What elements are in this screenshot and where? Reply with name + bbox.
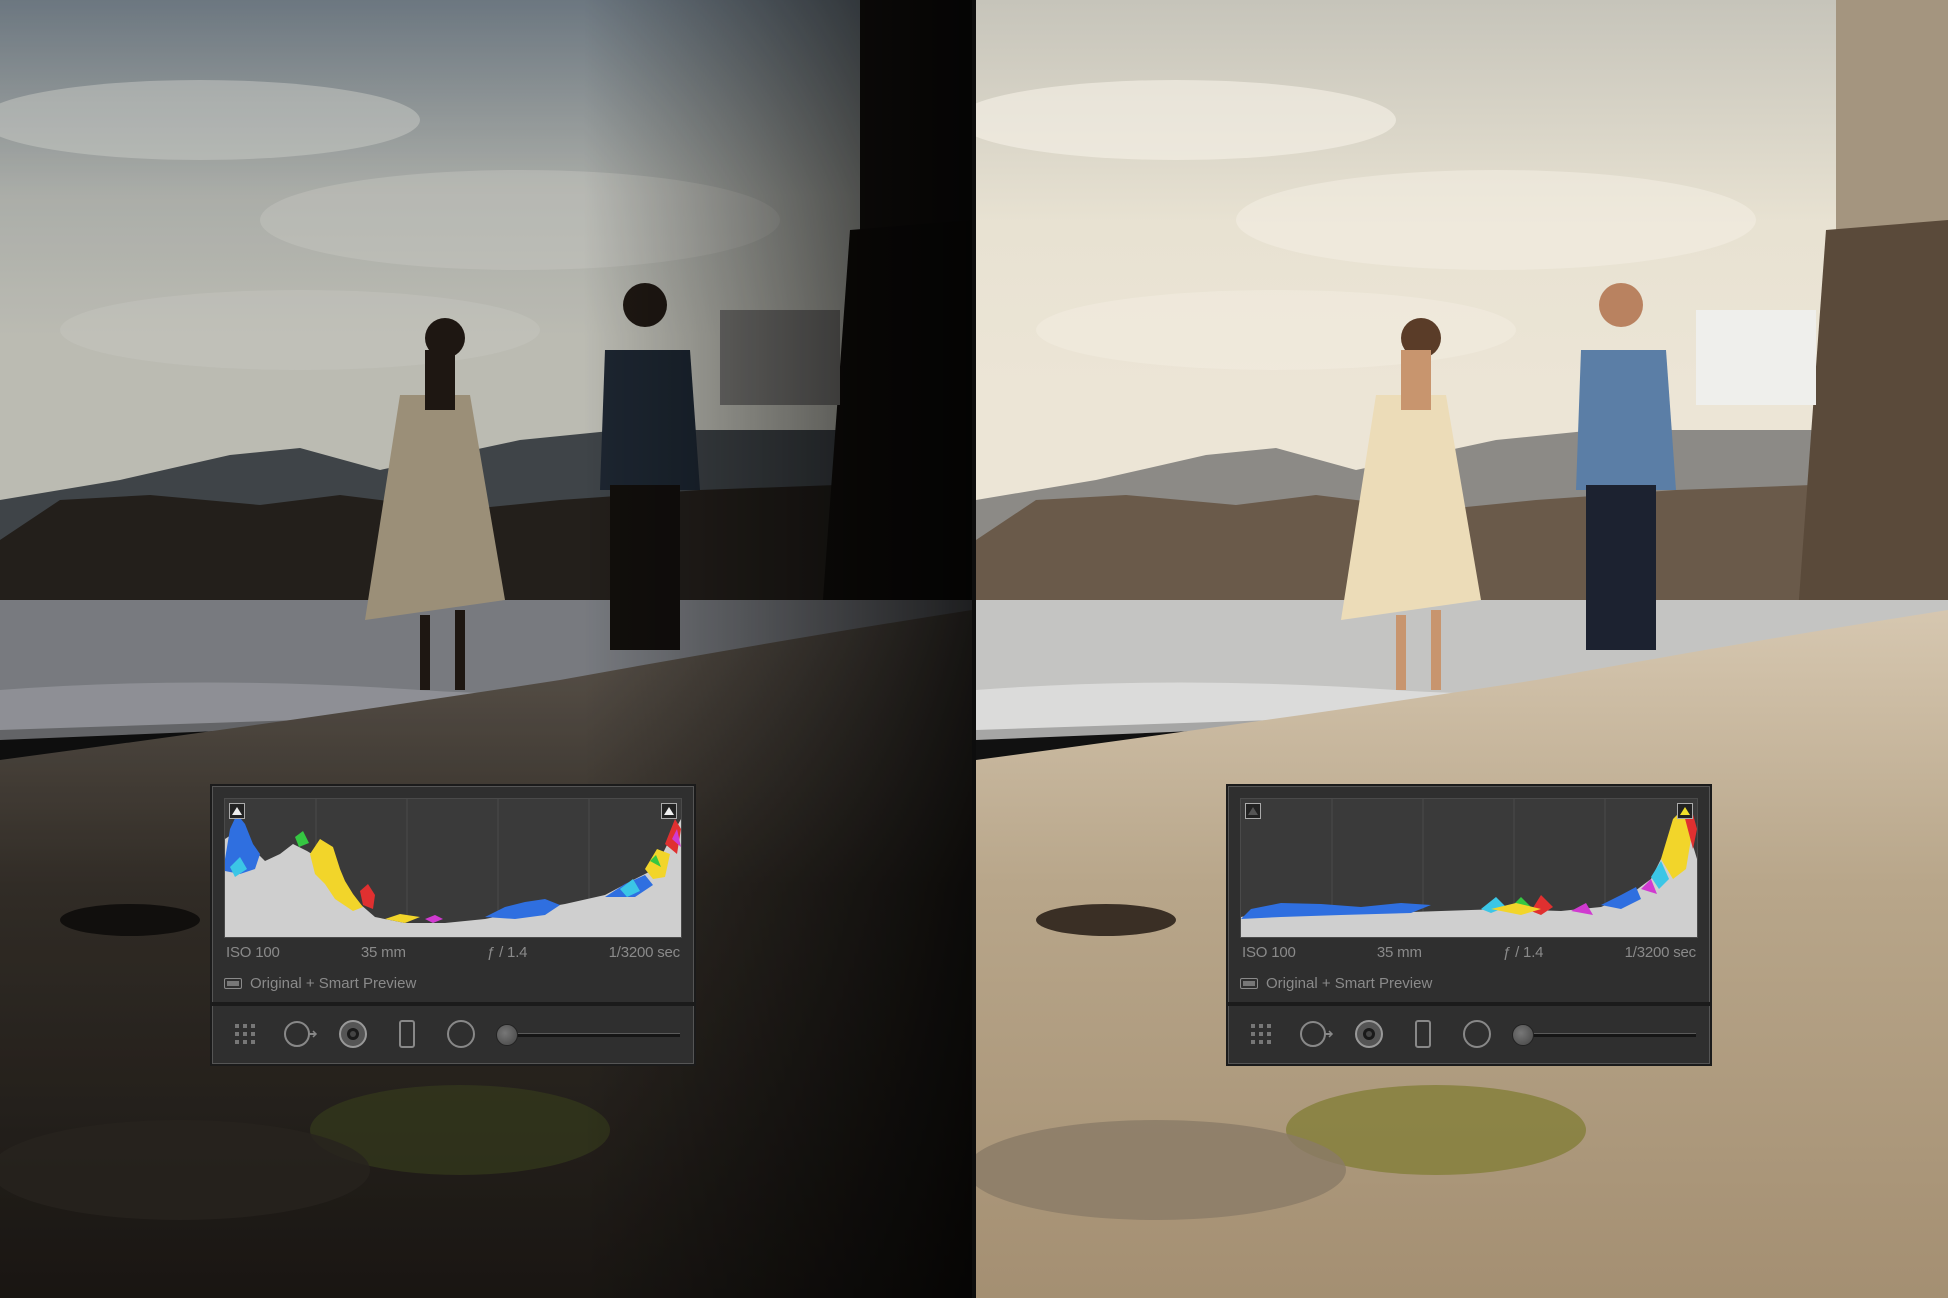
slider-thumb[interactable] [496,1024,518,1046]
photo-after: ISO 100 35 mm ƒ / 1.4 1/3200 sec Origina… [976,0,1948,1298]
slider-track [1522,1033,1696,1037]
smart-preview-label: Original + Smart Preview [1266,975,1433,992]
focal-length-value: 35 mm [1376,944,1422,961]
aperture-value: ƒ / 1.4 [1503,944,1544,961]
smart-preview-icon [224,978,242,989]
histogram-panel-after: ISO 100 35 mm ƒ / 1.4 1/3200 sec Origina… [1226,784,1712,1066]
adjustment-brush-slider-after[interactable] [1512,1015,1696,1053]
shutter-speed-value: 1/3200 sec [1624,944,1697,961]
exif-info-before: ISO 100 35 mm ƒ / 1.4 1/3200 sec [212,938,694,961]
radial-filter-icon[interactable] [1458,1015,1496,1053]
graduated-filter-icon[interactable] [1404,1015,1442,1053]
smart-preview-status-after[interactable]: Original + Smart Preview [1228,961,1710,1002]
before-photo-scene [0,0,972,1298]
histogram-panel-before: ISO 100 35 mm ƒ / 1.4 1/3200 sec Origina… [210,784,696,1066]
smart-preview-label: Original + Smart Preview [250,975,417,992]
red-eye-icon[interactable] [1350,1015,1388,1053]
grid-overlay-icon[interactable] [226,1015,264,1053]
focal-length-value: 35 mm [360,944,406,961]
spot-removal-icon[interactable] [1296,1015,1334,1053]
smart-preview-icon [1240,978,1258,989]
develop-toolbar-before [212,1002,694,1064]
histogram-before[interactable] [224,798,682,938]
slider-track [506,1033,680,1037]
aperture-value: ƒ / 1.4 [487,944,528,961]
adjustment-brush-slider-before[interactable] [496,1015,680,1053]
shadow-clipping-indicator-before[interactable] [229,803,245,819]
photo-before: ISO 100 35 mm ƒ / 1.4 1/3200 sec Origina… [0,0,972,1298]
histogram-after[interactable] [1240,798,1698,938]
red-eye-icon[interactable] [334,1015,372,1053]
histogram-graph-before [225,799,681,937]
after-photo-scene [976,0,1948,1298]
slider-thumb[interactable] [1512,1024,1534,1046]
highlight-clipping-indicator-after[interactable] [1677,803,1693,819]
spot-removal-icon[interactable] [280,1015,318,1053]
iso-value: ISO 100 [1242,944,1296,961]
histogram-graph-after [1241,799,1697,937]
graduated-filter-icon[interactable] [388,1015,426,1053]
radial-filter-icon[interactable] [442,1015,480,1053]
develop-toolbar-after [1228,1002,1710,1064]
shutter-speed-value: 1/3200 sec [608,944,681,961]
smart-preview-status-before[interactable]: Original + Smart Preview [212,961,694,1002]
grid-overlay-icon[interactable] [1242,1015,1280,1053]
shadow-clipping-indicator-after[interactable] [1245,803,1261,819]
exif-info-after: ISO 100 35 mm ƒ / 1.4 1/3200 sec [1228,938,1710,961]
iso-value: ISO 100 [226,944,280,961]
highlight-clipping-indicator-before[interactable] [661,803,677,819]
